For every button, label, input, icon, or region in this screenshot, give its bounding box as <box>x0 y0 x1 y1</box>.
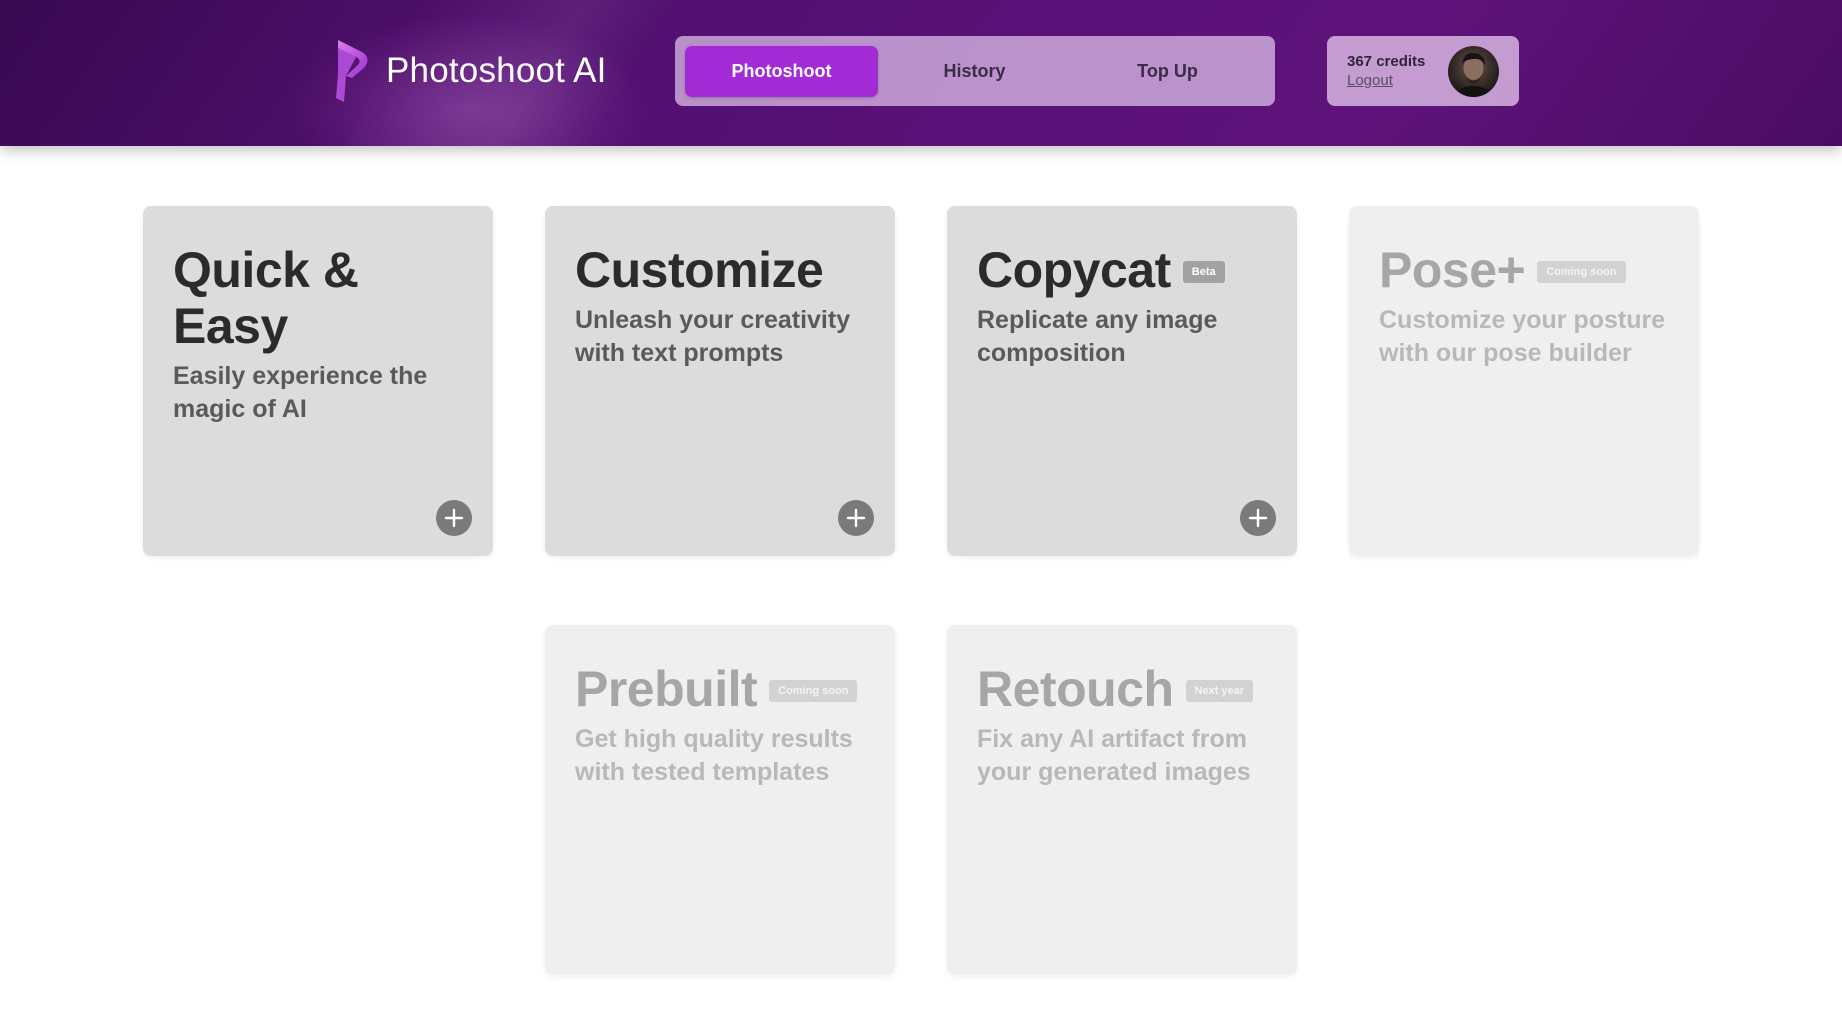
card-description: Easily experience the magic of AI <box>173 362 428 423</box>
card-title: Copycat <box>977 242 1171 298</box>
tab-photoshoot[interactable]: Photoshoot <box>685 45 878 97</box>
top-header: Photoshoot AI Photoshoot History Top Up … <box>0 0 1842 146</box>
plus-icon <box>846 508 866 528</box>
card-title: Quick & Easy <box>173 242 359 354</box>
user-avatar-icon <box>1456 52 1491 97</box>
tab-top-up[interactable]: Top Up <box>1071 46 1264 97</box>
main-nav: Photoshoot History Top Up <box>675 36 1275 106</box>
mode-card-quick-easy[interactable]: Quick & Easy Easily experience the magic… <box>143 206 493 556</box>
card-description: Fix any AI artifact from your generated … <box>977 725 1251 786</box>
add-customize-button[interactable] <box>838 500 874 536</box>
logout-link[interactable]: Logout <box>1347 71 1425 91</box>
card-title: Customize <box>575 242 824 298</box>
beta-badge: Beta <box>1182 261 1225 283</box>
avatar[interactable] <box>1448 45 1499 97</box>
credits-count: 367 credits <box>1347 52 1426 70</box>
add-copycat-button[interactable] <box>1240 500 1276 536</box>
card-description: Unleash your creativity with text prompt… <box>575 306 851 367</box>
card-title: Prebuilt <box>575 661 758 717</box>
card-description: Get high quality results with tested tem… <box>575 725 853 786</box>
card-title: Pose+ <box>1379 242 1526 298</box>
next-year-badge: Next year <box>1185 680 1254 702</box>
mode-card-copycat[interactable]: Copycat Beta Replicate any image composi… <box>947 206 1297 556</box>
app-logo[interactable]: Photoshoot AI <box>334 38 607 104</box>
plus-icon <box>444 508 464 528</box>
mode-card-customize[interactable]: Customize Unleash your creativity with t… <box>545 206 895 556</box>
card-title: Retouch <box>977 661 1174 717</box>
mode-card-prebuilt: Prebuilt Coming soon Get high quality re… <box>545 625 895 975</box>
mode-card-retouch: Retouch Next year Fix any AI artifact fr… <box>947 625 1297 975</box>
plus-icon <box>1248 508 1268 528</box>
coming-soon-badge: Coming soon <box>1537 261 1626 283</box>
account-info: 367 credits Logout <box>1347 52 1425 91</box>
app-name: Photoshoot AI <box>386 51 607 90</box>
card-description: Replicate any image composition <box>977 306 1218 367</box>
coming-soon-badge: Coming soon <box>769 680 858 702</box>
card-description: Customize your posture with our pose bui… <box>1379 306 1666 367</box>
tab-history[interactable]: History <box>878 46 1071 97</box>
mode-card-pose-plus: Pose+ Coming soon Customize your posture… <box>1349 206 1699 556</box>
account-panel: 367 credits Logout <box>1327 36 1519 106</box>
photoshoot-ai-logo-icon <box>336 40 368 102</box>
add-quick-easy-button[interactable] <box>436 500 472 536</box>
